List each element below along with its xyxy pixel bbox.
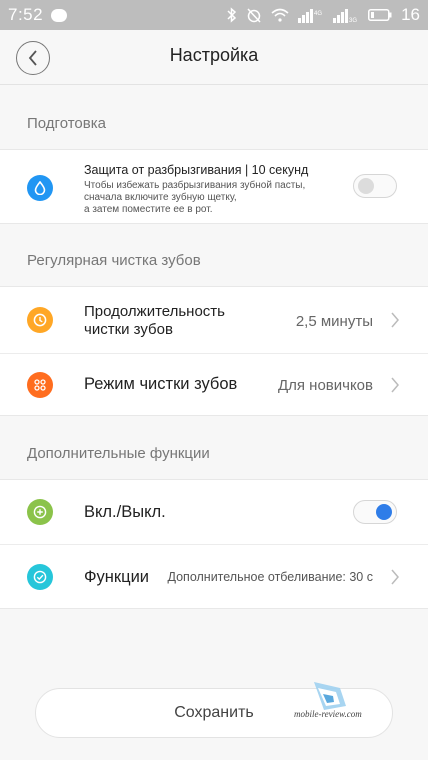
splash-desc-line1: Чтобы избежать разбрызгивания зубной пас… — [84, 180, 306, 191]
splash-protection-toggle[interactable] — [353, 174, 397, 198]
duration-title-line2: чистки зубов — [84, 321, 173, 338]
battery-level: 16 — [401, 5, 420, 24]
splash-description: Чтобы избежать разбрызгивания зубной пас… — [84, 180, 305, 216]
message-notification-icon — [51, 8, 68, 22]
bluetooth-icon — [227, 7, 237, 23]
app-header: Настройка — [0, 30, 428, 85]
regular-group: Продолжительность чистки зубов 2,5 минут… — [0, 286, 428, 416]
alarm-off-icon — [246, 7, 262, 23]
functions-row[interactable]: Функции Дополнительное отбеливание: 30 с — [0, 545, 428, 610]
plus-circle-icon — [27, 499, 53, 525]
signal-4g-icon: 4G — [298, 7, 324, 23]
splash-title: Защита от разбрызгивания | 10 секунд — [84, 163, 309, 177]
power-toggle[interactable] — [353, 500, 397, 524]
network-3g-label: 3G — [349, 18, 357, 23]
functions-value: Дополнительное отбеливание: 30 с — [167, 570, 374, 584]
functions-title: Функции — [84, 568, 150, 586]
duration-title-line1: Продолжительность — [84, 303, 225, 320]
network-4g-label: 4G — [314, 11, 322, 17]
power-row: Вкл./Выкл. — [0, 480, 428, 544]
water-drop-icon — [27, 175, 53, 201]
mode-value: Для новичков — [277, 377, 373, 394]
check-circle-icon — [27, 564, 53, 590]
duration-value: 2,5 минуты — [295, 313, 373, 330]
status-time: 7:52 — [8, 5, 44, 24]
chevron-right-icon — [391, 312, 399, 328]
section-title-prep: Подготовка — [27, 115, 106, 132]
section-title-regular: Регулярная чистка зубов — [27, 252, 201, 269]
chevron-right-icon — [391, 569, 399, 585]
duration-row[interactable]: Продолжительность чистки зубов 2,5 минут… — [0, 287, 428, 353]
splash-desc-line3: а затем поместите ее в рот. — [84, 204, 213, 215]
grid-dots-icon — [27, 372, 53, 398]
wifi-icon — [271, 8, 289, 22]
toggle-knob — [358, 178, 374, 194]
toggle-knob — [376, 504, 392, 520]
mode-row[interactable]: Режим чистки зубов Для новичков — [0, 354, 428, 417]
splash-protection-row: Защита от разбрызгивания | 10 секунд Что… — [0, 149, 428, 224]
splash-desc-line2: сначала включите зубную щетку, — [84, 192, 237, 203]
status-icons: 4G 3G 16 — [227, 5, 420, 25]
power-title: Вкл./Выкл. — [84, 503, 166, 521]
watermark-text: mobile-review.com — [294, 709, 362, 719]
battery-icon — [368, 9, 392, 21]
status-bar: 7:52 4G 3G 16 — [0, 0, 428, 30]
page-title: Настройка — [169, 45, 259, 65]
clock-icon — [27, 307, 53, 333]
extra-group: Вкл./Выкл. Функции Дополнительное отбели… — [0, 479, 428, 609]
duration-title: Продолжительность чистки зубов — [84, 303, 225, 339]
section-title-extra: Дополнительные функции — [27, 445, 210, 462]
signal-3g-icon: 3G — [333, 7, 359, 23]
mode-title: Режим чистки зубов — [84, 375, 238, 393]
chevron-right-icon — [391, 377, 399, 393]
